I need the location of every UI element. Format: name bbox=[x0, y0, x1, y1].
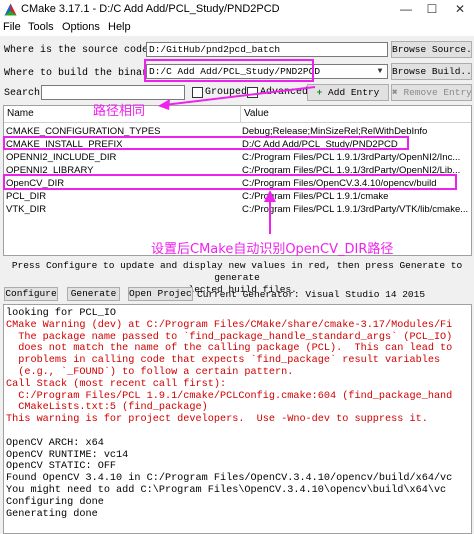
console-line: Found OpenCV 3.4.10 in C:/Program Files/… bbox=[6, 473, 453, 485]
menu-options[interactable]: Options bbox=[62, 21, 100, 33]
table-row[interactable]: VTK_DIR C:/Program Files/PCL 1.9.1/3rdPa… bbox=[4, 204, 471, 216]
open-project-button[interactable]: Open Project bbox=[128, 287, 193, 301]
row-name: PCL_DIR bbox=[6, 191, 47, 202]
console-line: Configuring done bbox=[6, 496, 104, 508]
info-text-line-1: Press Configure to update and display ne… bbox=[11, 260, 463, 283]
console-line: OpenCV STATIC: OFF bbox=[6, 461, 117, 473]
arrow-icon bbox=[264, 190, 276, 234]
table-row[interactable]: PCL_DIR C:/Program Files/PCL 1.9.1/cmake bbox=[4, 191, 471, 203]
browse-build-button[interactable]: Browse Build... bbox=[391, 63, 472, 80]
annotation-opencv-auto: 设置后CMake自动识别OpenCV_DIR路径 bbox=[151, 242, 394, 257]
window-title: CMake 3.17.1 - D:/C Add Add/PCL_Study/PN… bbox=[21, 3, 280, 15]
console-line: CMake Warning (dev) at C:/Program Files/… bbox=[6, 319, 453, 331]
highlight-install-prefix-row bbox=[3, 136, 409, 150]
arrow-icon bbox=[158, 86, 316, 110]
chevron-down-icon[interactable]: ▼ bbox=[373, 65, 387, 78]
console-line: C:/Program Files/PCL 1.9.1/cmake/PCLConf… bbox=[6, 390, 453, 402]
column-header-name[interactable]: Name bbox=[7, 108, 34, 119]
console-line: problems in calling code that expects `f… bbox=[6, 355, 441, 367]
configure-button[interactable]: Configure bbox=[4, 287, 58, 301]
remove-entry-label: Remove Entry bbox=[403, 87, 472, 98]
console-line: Call Stack (most recent call first): bbox=[6, 378, 227, 390]
menu-tools[interactable]: Tools bbox=[28, 21, 54, 33]
console-line: The package name passed to `find_package… bbox=[6, 331, 453, 343]
minimize-button[interactable]: — bbox=[394, 0, 418, 19]
cmake-triangle-icon bbox=[4, 3, 17, 16]
console-line: CMakeLists.txt:5 (find_package) bbox=[6, 402, 208, 414]
row-value: C:/Program Files/PCL 1.9.1/3rdParty/Open… bbox=[242, 152, 461, 163]
source-path-input[interactable]: D:/GitHub/pnd2pcd_batch bbox=[146, 42, 388, 57]
console-line: (e.g., `_FOUND`) to follow a certain pat… bbox=[6, 367, 294, 378]
remove-icon: ✖ bbox=[392, 87, 398, 98]
remove-entry-button[interactable]: ✖ Remove Entry bbox=[391, 84, 472, 101]
maximize-button[interactable]: ☐ bbox=[420, 0, 444, 19]
row-name: VTK_DIR bbox=[6, 204, 47, 215]
console-line: You might need to add C:\Program Files\O… bbox=[6, 485, 447, 496]
close-button[interactable]: ✕ bbox=[448, 0, 472, 19]
console-line: looking for PCL_IO bbox=[6, 308, 117, 319]
table-row[interactable]: OPENNI2_INCLUDE_DIR C:/Program Files/PCL… bbox=[4, 152, 471, 164]
console-line: OpenCV RUNTIME: vc14 bbox=[6, 449, 129, 461]
annotation-same-path: 路径相同 bbox=[93, 104, 146, 119]
highlight-build-path bbox=[144, 59, 314, 82]
menu-file[interactable]: File bbox=[3, 21, 21, 33]
highlight-opencv-dir-row bbox=[3, 174, 457, 190]
add-entry-label: Add Entry bbox=[328, 87, 380, 98]
row-name: OPENNI2_INCLUDE_DIR bbox=[6, 152, 117, 163]
browse-source-button[interactable]: Browse Source... bbox=[391, 41, 472, 58]
output-console[interactable]: looking for PCL_IO CMake Warning (dev) at… bbox=[3, 304, 472, 534]
console-line: Generating done bbox=[6, 508, 98, 520]
search-label: Search: bbox=[4, 88, 47, 99]
menu-help[interactable]: Help bbox=[108, 21, 131, 33]
console-line: This warning is for project developers. … bbox=[6, 414, 428, 426]
current-generator: Current Generator: Visual Studio 14 2015 bbox=[197, 289, 426, 300]
generate-button[interactable]: Generate bbox=[67, 287, 120, 301]
console-line: does not match the name of the calling p… bbox=[6, 343, 453, 355]
console-line: OpenCV ARCH: x64 bbox=[6, 437, 104, 449]
source-label: Where is the source code: bbox=[4, 45, 155, 56]
